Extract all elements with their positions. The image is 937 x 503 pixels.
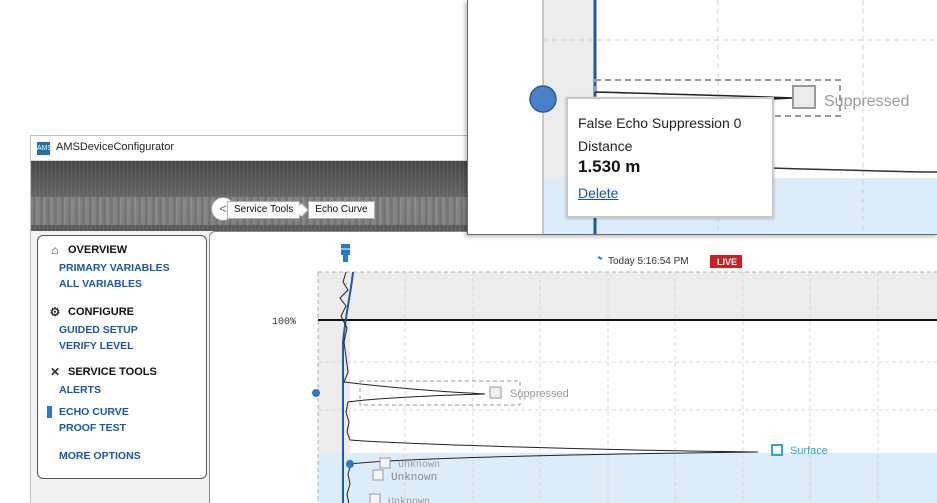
timestamp: Today 5:16:54 PM — [608, 256, 689, 267]
echo-curve-panel: 100% Suppressed Surface Unknown Unknown … — [209, 231, 937, 503]
sidebar-section-service-tools[interactable]: ✕ SERVICE TOOLS — [48, 366, 157, 378]
breadcrumb-separator-icon — [300, 201, 308, 219]
active-item-indicator — [47, 406, 52, 418]
transmitter-icon — [341, 244, 350, 262]
breadcrumb-echo-curve[interactable]: Echo Curve — [308, 201, 375, 219]
sidebar-item-guided-setup[interactable]: GUIDED SETUP — [59, 324, 138, 336]
surface-label: Surface — [790, 445, 828, 457]
breadcrumb-service-tools[interactable]: Service Tools — [227, 201, 301, 219]
zoom-suppressed-label: Suppressed — [824, 93, 909, 110]
tooltip-title: False Echo Suppression 0 — [578, 115, 742, 131]
suppressed-label: Suppressed — [510, 388, 569, 400]
delete-link[interactable]: Delete — [578, 185, 618, 201]
sidebar-item-verify-level[interactable]: VERIFY LEVEL — [59, 340, 134, 352]
sidebar-item-echo-curve[interactable]: ECHO CURVE — [59, 406, 129, 418]
sidebar-item-alerts[interactable]: ALERTS — [59, 384, 101, 396]
echo-curve-chart[interactable]: 100% Suppressed Surface Unknown Unknown … — [210, 232, 937, 503]
echo-tooltip: False Echo Suppression 0 Distance 1.530 … — [566, 97, 774, 218]
level-100-label: 100% — [272, 317, 296, 328]
tooltip-distance-value: 1.530 m — [578, 157, 641, 176]
top-dead-zone — [318, 272, 937, 320]
section-label-overview: OVERVIEW — [68, 244, 128, 256]
zoom-inset: Suppressed False Echo Suppression 0 Dist… — [467, 0, 937, 235]
unknown-marker[interactable] — [372, 469, 384, 481]
sidebar-item-primary-variables[interactable]: PRIMARY VARIABLES — [59, 262, 170, 274]
home-icon: ⌂ — [51, 243, 59, 257]
sidebar-section-configure[interactable]: ⚙ CONFIGURE — [48, 306, 134, 318]
zoom-suppressed-marker[interactable] — [792, 85, 816, 109]
unknown-label: Unknown — [391, 472, 437, 484]
window-title: AMSDeviceConfigurator — [56, 141, 174, 153]
suppression-handle[interactable] — [312, 389, 320, 397]
level-handle[interactable] — [346, 460, 354, 468]
suppressed-marker[interactable] — [489, 386, 502, 399]
refresh-icon — [597, 256, 603, 260]
sidebar-item-proof-test[interactable]: PROOF TEST — [59, 422, 126, 434]
unknown-label: Unknown — [398, 459, 440, 471]
sidebar-item-more-options[interactable]: MORE OPTIONS — [59, 450, 141, 462]
live-badge-label: LIVE — [717, 257, 737, 267]
app-logo-icon: AMS — [37, 142, 52, 155]
breadcrumb: Service Tools Echo Curve — [227, 201, 375, 219]
sidebar-section-overview[interactable]: ⌂ OVERVIEW — [48, 244, 127, 256]
section-label-service-tools: SERVICE TOOLS — [68, 366, 157, 378]
gear-icon: ⚙ — [49, 305, 61, 319]
sidebar: ⌂ OVERVIEW PRIMARY VARIABLES ALL VARIABL… — [37, 235, 207, 479]
section-label-configure: CONFIGURE — [68, 306, 134, 318]
sidebar-item-all-variables[interactable]: ALL VARIABLES — [59, 278, 142, 290]
unknown-marker[interactable] — [379, 457, 391, 469]
tools-icon: ✕ — [49, 365, 61, 379]
tooltip-distance-label: Distance — [578, 138, 633, 154]
zoom-handle[interactable] — [529, 85, 557, 113]
